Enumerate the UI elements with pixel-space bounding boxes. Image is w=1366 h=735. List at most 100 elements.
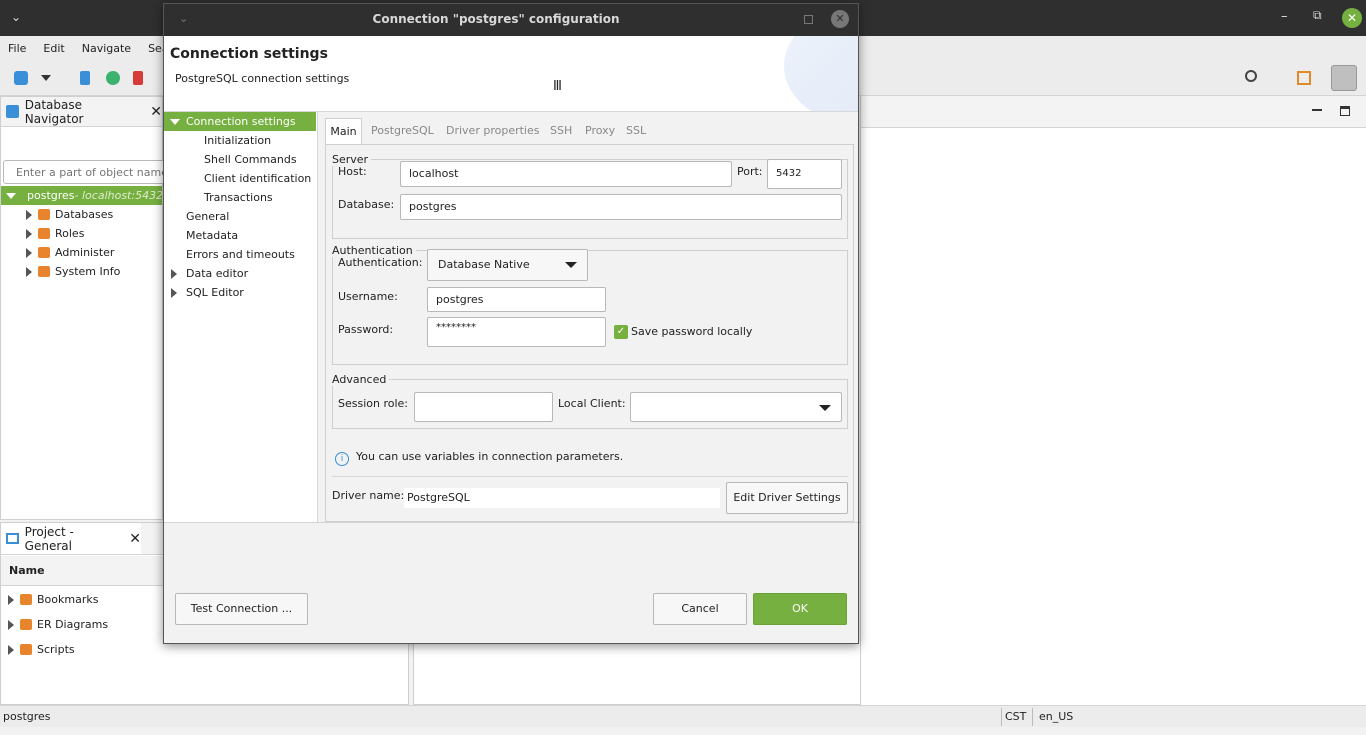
folder-icon [38, 209, 50, 220]
database-icon [6, 105, 19, 118]
password-input[interactable]: ******** [427, 317, 606, 347]
nav-client-identification[interactable]: Client identification [204, 169, 311, 188]
nav-transactions[interactable]: Transactions [204, 188, 273, 207]
search-icon[interactable] [1245, 70, 1257, 82]
close-icon[interactable]: ✕ [150, 104, 162, 120]
username-input[interactable]: postgres [427, 287, 606, 312]
header-swoosh [784, 36, 858, 111]
maximize-icon[interactable]: ⧉ [1313, 8, 1322, 23]
host-input[interactable]: localhost [400, 161, 732, 187]
tree-label: Administer [55, 246, 115, 259]
password-label: Password: [338, 323, 394, 336]
reconnect-icon[interactable] [106, 71, 120, 85]
expand-icon[interactable] [171, 269, 177, 279]
port-input[interactable]: 5432 [767, 159, 842, 189]
dropdown-arrow-icon[interactable] [41, 75, 51, 81]
nav-metadata[interactable]: Metadata [186, 226, 238, 245]
status-locale: en_US [1039, 710, 1074, 723]
maximize-panel-icon[interactable] [1340, 106, 1350, 116]
minimize-icon[interactable]: – [1281, 9, 1288, 24]
dialog-title: Connection "postgres" configuration [372, 12, 620, 26]
column-name: Name [9, 564, 45, 577]
tab-ssl[interactable]: SSL [626, 118, 646, 144]
status-divider [1032, 708, 1033, 726]
collapse-icon[interactable] [170, 119, 180, 125]
nav-initialization[interactable]: Initialization [204, 131, 271, 150]
connect-icon[interactable] [80, 71, 90, 85]
info-text: You can use variables in connection para… [356, 450, 624, 463]
editor-area-header [861, 96, 1366, 128]
minimize-panel-icon[interactable] [1312, 109, 1322, 111]
header-subtitle: PostgreSQL connection settings [175, 72, 350, 85]
tree-row-postgres[interactable]: postgres - localhost:5432 [1, 186, 163, 205]
save-password-checkbox[interactable]: ✓ [614, 325, 628, 339]
chevron-down-icon[interactable] [565, 262, 577, 268]
collapse-icon[interactable] [6, 192, 16, 199]
username-label: Username: [338, 290, 398, 303]
tree-row-roles[interactable]: Roles [1, 224, 84, 243]
expand-icon[interactable] [26, 247, 32, 258]
menu-file[interactable]: File [8, 42, 26, 55]
close-icon[interactable]: ✕ [129, 531, 141, 547]
expand-icon[interactable] [26, 266, 32, 277]
menu-navigate[interactable]: Navigate [82, 42, 131, 55]
expand-icon[interactable] [8, 644, 14, 655]
test-connection-button[interactable]: Test Connection ... [175, 593, 308, 625]
window-menu-icon[interactable]: ⌄ [11, 10, 21, 24]
dialog-close-icon[interactable]: ✕ [831, 10, 849, 28]
expand-icon[interactable] [8, 594, 14, 605]
expand-icon[interactable] [26, 228, 32, 239]
connection-name: postgres [27, 189, 75, 202]
menu-edit[interactable]: Edit [43, 42, 64, 55]
database-input[interactable]: postgres [400, 194, 842, 220]
perspective-icon[interactable] [1297, 71, 1311, 85]
tab-driver-properties[interactable]: Driver properties [446, 118, 539, 144]
advanced-group-title: Advanced [332, 373, 390, 386]
expand-icon[interactable] [26, 209, 32, 220]
navigator-filter-input[interactable] [3, 160, 173, 184]
nav-general[interactable]: General [186, 207, 229, 226]
settings-content: Main PostgreSQL Driver properties SSH Pr… [324, 118, 854, 522]
text-cursor-icon: Ⅲ [553, 79, 562, 94]
new-connection-icon[interactable] [14, 71, 28, 85]
nav-data-editor[interactable]: Data editor [186, 264, 248, 283]
expand-icon[interactable] [8, 619, 14, 630]
close-window-icon[interactable]: ✕ [1342, 8, 1362, 28]
status-timezone: CST [1005, 710, 1027, 723]
tree-row-administer[interactable]: Administer [1, 243, 114, 262]
dialog-header: Connection settings PostgreSQL connectio… [164, 36, 858, 112]
edit-driver-settings-button[interactable]: Edit Driver Settings [726, 482, 848, 514]
tab-main[interactable]: Main [325, 118, 362, 144]
ok-button[interactable]: OK [753, 593, 847, 625]
tab-proxy[interactable]: Proxy [585, 118, 615, 144]
tab-ssh[interactable]: SSH [550, 118, 572, 144]
session-role-input[interactable] [414, 392, 553, 422]
project-item-er-diagrams[interactable]: ER Diagrams [1, 615, 108, 634]
authentication-select[interactable]: Database Native [427, 249, 588, 281]
disconnect-icon[interactable] [133, 71, 143, 85]
tree-label: Databases [55, 208, 114, 221]
tab-postgresql[interactable]: PostgreSQL [371, 118, 434, 144]
dialog-maximize-icon[interactable] [804, 15, 813, 24]
dialog-title-bar: ⌄ Connection "postgres" configuration ✕ [164, 4, 858, 36]
project-tab[interactable]: Project - General ✕ [1, 523, 141, 555]
tree-row-databases[interactable]: Databases [1, 205, 113, 224]
tree-row-system-info[interactable]: System Info [1, 262, 120, 281]
nav-sql-editor[interactable]: SQL Editor [186, 283, 244, 302]
separator [332, 476, 848, 477]
host-label: Host: [338, 165, 367, 178]
project-item-scripts[interactable]: Scripts [1, 640, 75, 659]
nav-shell-commands[interactable]: Shell Commands [204, 150, 297, 169]
project-item-bookmarks[interactable]: Bookmarks [1, 590, 98, 609]
chevron-down-icon[interactable] [819, 405, 831, 411]
local-client-select[interactable] [630, 392, 842, 422]
expand-icon[interactable] [171, 288, 177, 298]
cancel-button[interactable]: Cancel [653, 593, 747, 625]
database-navigator-tab[interactable]: Database Navigator ✕ [1, 97, 162, 127]
database-label: Database: [338, 198, 395, 211]
nav-errors-timeouts[interactable]: Errors and timeouts [186, 245, 295, 264]
tree-label: Roles [55, 227, 85, 240]
save-password-label[interactable]: Save password locally [631, 325, 752, 338]
nav-connection-settings[interactable]: Connection settings [164, 112, 316, 131]
avatar[interactable] [1331, 65, 1357, 91]
